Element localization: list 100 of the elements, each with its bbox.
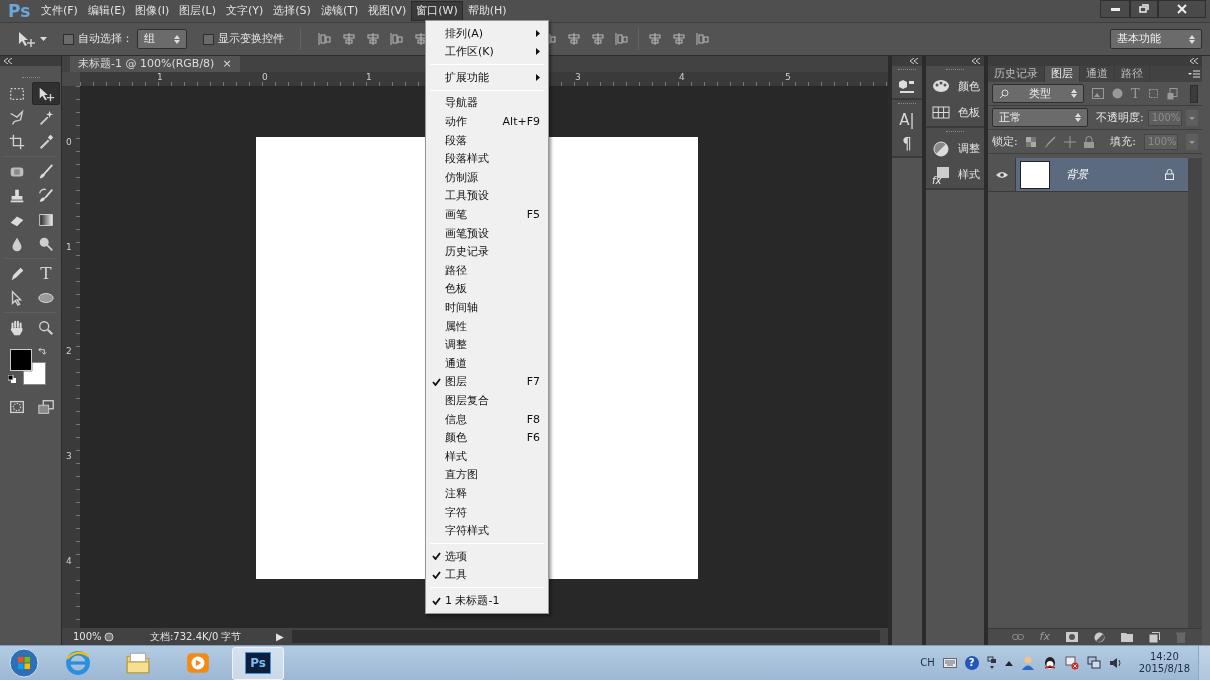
menu-item[interactable]: 字符 (428, 502, 546, 522)
menu-item[interactable]: 扩展功能 (428, 68, 546, 87)
panel-label[interactable]: 色板 (958, 106, 980, 120)
clock-time[interactable]: 14:20 (1149, 651, 1179, 663)
menu-item[interactable]: 路径 (428, 261, 546, 280)
character-panel-icon[interactable]: A| (899, 112, 915, 128)
minimize-button[interactable] (1100, 0, 1130, 18)
eye-icon[interactable] (995, 170, 1008, 179)
menu-item[interactable]: 工具 (428, 565, 546, 585)
half-circle-icon[interactable] (1094, 631, 1105, 643)
panel-label[interactable]: 颜色 (958, 80, 980, 94)
folder-icon[interactable] (1121, 632, 1133, 642)
menu-item[interactable]: 图层(L) (174, 1, 221, 21)
person-icon[interactable] (1020, 656, 1035, 670)
panel-tab[interactable]: 图层 (1045, 66, 1080, 82)
menu-item[interactable]: 段落样式 (428, 149, 546, 169)
menu-item[interactable]: 选项 (428, 547, 546, 566)
swap-arrow-icon[interactable] (38, 347, 47, 356)
checkbox[interactable] (63, 33, 74, 45)
menu-item[interactable]: 时间轴 (428, 298, 546, 317)
new-layer-icon[interactable] (1149, 631, 1160, 643)
menu-item[interactable]: 工具预设 (428, 186, 546, 206)
network-error-icon[interactable] (1064, 656, 1079, 670)
collapse-icon[interactable] (4, 58, 12, 64)
move-tool[interactable] (32, 82, 60, 105)
close-button[interactable] (1158, 0, 1206, 18)
menu-item[interactable]: 画笔预设 (428, 223, 546, 243)
document-filter-icon[interactable] (1166, 87, 1178, 100)
expand-arrow[interactable]: ▶ (276, 630, 284, 643)
menu-item[interactable]: 调整 (428, 335, 546, 355)
circle-filter-icon[interactable] (1112, 88, 1123, 99)
menu-item[interactable]: 排列(A) (428, 24, 546, 43)
mask-icon[interactable] (1066, 632, 1078, 642)
image-filter-icon[interactable] (1092, 88, 1104, 99)
menu-item[interactable]: 导航器 (428, 93, 546, 113)
caret-icon[interactable] (40, 37, 47, 41)
menu-item[interactable]: 文字(Y) (221, 1, 269, 21)
panel-label[interactable]: 样式 (958, 168, 980, 182)
menu-item[interactable]: 属性 (428, 316, 546, 336)
cube-panel-icon[interactable] (898, 78, 916, 94)
language-indicator[interactable]: CH (920, 657, 935, 669)
link-icon[interactable] (1011, 633, 1024, 641)
menu-item[interactable]: 滤镜(T) (315, 1, 364, 21)
layer-row[interactable]: 背景 (988, 158, 1188, 192)
checkbox[interactable] (203, 33, 214, 45)
checker-lock-icon[interactable] (1025, 136, 1036, 147)
menu-item[interactable]: 直方图 (428, 465, 546, 485)
panel-tab[interactable]: 路径 (1115, 66, 1150, 82)
keyboard-icon[interactable] (942, 658, 957, 668)
penguin-icon[interactable] (1042, 656, 1057, 670)
menu-item[interactable]: 帮助(H) (462, 1, 512, 21)
collapse-icon[interactable] (910, 58, 918, 64)
menu-item[interactable]: 段落 (428, 130, 546, 150)
default-colors-icon[interactable] (8, 375, 16, 383)
panel-tab[interactable]: 通道 (1080, 66, 1115, 82)
menu-item[interactable]: 颜色 F6 (428, 428, 546, 448)
document-tab[interactable]: 未标题-1 @ 100%(RGB/8) × (70, 56, 240, 72)
blend-mode-dropdown[interactable]: 正常 (992, 107, 1088, 128)
menu-item[interactable]: 图层 F7 (428, 372, 546, 392)
text-tool[interactable]: T (32, 262, 60, 285)
menu-item[interactable]: 窗口(W) (411, 1, 463, 21)
panel-label[interactable]: 调整 (958, 142, 980, 156)
menu-item[interactable]: 画笔 F5 (428, 205, 546, 224)
menu-item[interactable]: 动作 Alt+F9 (428, 112, 546, 131)
menu-item[interactable]: 色板 (428, 279, 546, 299)
menu-item[interactable]: 图层复合 (428, 391, 546, 410)
restore-button[interactable] (1130, 0, 1158, 18)
menu-item[interactable]: 图像(I) (130, 1, 175, 21)
menu-item[interactable]: 文件(F) (36, 1, 83, 21)
padlock-icon[interactable] (1165, 169, 1174, 180)
monitor-icon[interactable] (1086, 656, 1101, 670)
small-windows-icon[interactable] (986, 656, 997, 670)
menu-item[interactable]: 注释 (428, 484, 546, 503)
clock-date[interactable]: 2015/8/18 (1138, 663, 1190, 675)
panel-menu-icon[interactable] (1188, 70, 1200, 78)
close-tab-button[interactable]: × (222, 57, 232, 71)
filter-toggle[interactable] (1190, 84, 1198, 103)
menu-item[interactable]: 视图(V) (363, 1, 412, 21)
menu-item[interactable]: 信息 F8 (428, 409, 546, 429)
menu-item[interactable]: 通道 (428, 354, 546, 373)
menu-item[interactable]: 历史记录 (428, 242, 546, 262)
help-icon[interactable]: ? (964, 656, 979, 670)
menu-item[interactable]: 仿制源 (428, 168, 546, 187)
speaker-icon[interactable] (1108, 656, 1123, 670)
menu-item[interactable]: 工作区(K) (428, 42, 546, 62)
menu-item[interactable]: 1 未标题-1 (428, 591, 546, 610)
grid-icon[interactable] (932, 104, 950, 122)
paragraph-panel-icon[interactable]: ¶ (902, 136, 912, 152)
collapse-icon[interactable] (1190, 58, 1198, 64)
menu-item[interactable]: 样式 (428, 447, 546, 466)
filter-dropdown[interactable]: 类型 (992, 83, 1084, 104)
foreground-color-swatch[interactable] (10, 349, 32, 371)
collapse-icon[interactable] (972, 58, 980, 64)
padlock-icon[interactable] (1083, 135, 1094, 148)
menu-item[interactable]: 编辑(E) (82, 1, 131, 21)
select-dropdown[interactable]: 组 (137, 29, 187, 49)
brush-lock-icon[interactable] (1043, 135, 1056, 148)
menu-item[interactable]: 选择(S) (268, 1, 316, 21)
taskbar-app[interactable]: Ps (232, 646, 284, 680)
half-circle-icon[interactable] (932, 140, 950, 158)
